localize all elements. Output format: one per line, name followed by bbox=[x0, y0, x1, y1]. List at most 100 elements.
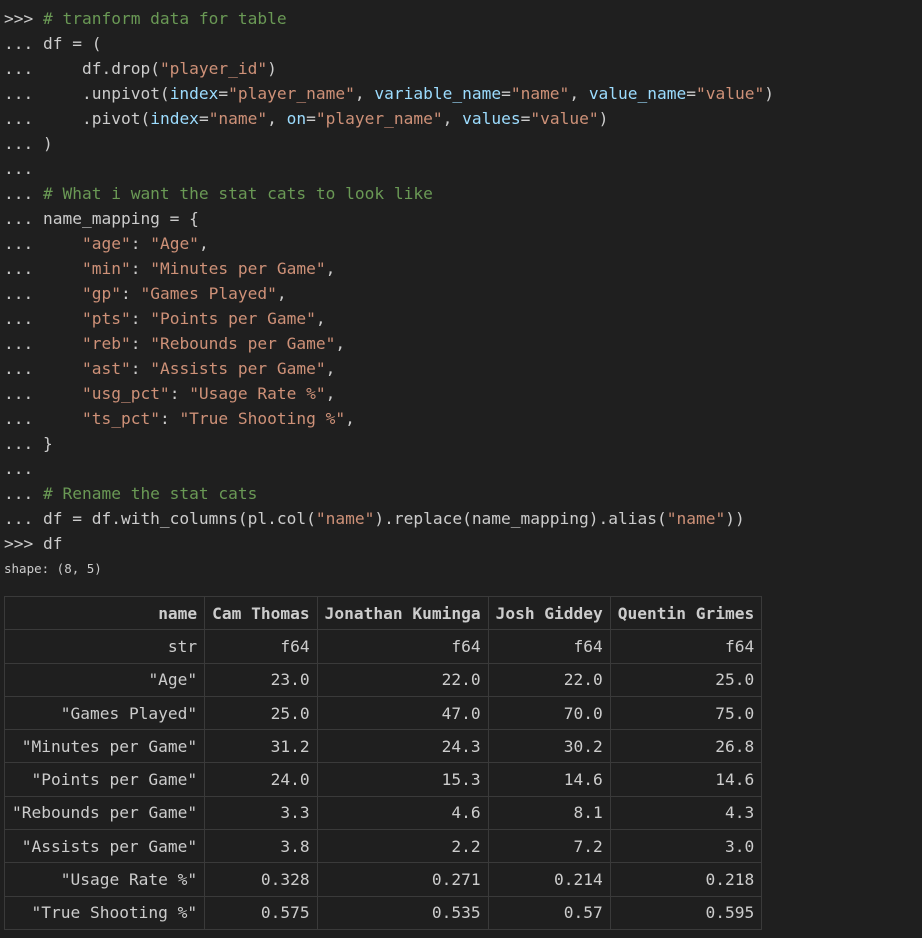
prompt-marker: >>> bbox=[4, 534, 43, 553]
code-token: "pts" bbox=[81, 309, 131, 328]
dtype-cell: f64 bbox=[609, 629, 763, 664]
stat-value-cell: 30.2 bbox=[487, 729, 611, 764]
code-token: ) bbox=[598, 109, 609, 128]
code-token: , bbox=[267, 109, 287, 128]
prompt-marker: ... bbox=[4, 384, 82, 403]
code-token: index bbox=[169, 84, 219, 103]
stat-value-cell: 8.1 bbox=[487, 795, 611, 831]
code-token: : bbox=[130, 359, 151, 378]
prompt-marker: ... bbox=[4, 359, 82, 378]
stat-name-cell: "Assists per Game" bbox=[3, 829, 206, 864]
code-line: ... "min": "Minutes per Game", bbox=[4, 256, 774, 281]
code-token: df = df.with_columns(pl.col( bbox=[42, 509, 316, 528]
table-header-row: name Cam Thomas Jonathan Kuminga Josh Gidde… bbox=[3, 595, 763, 631]
code-token: "Games Played" bbox=[140, 284, 277, 303]
prompt-marker: ... bbox=[4, 159, 34, 178]
code-token: # Rename the stat cats bbox=[42, 484, 258, 503]
code-token: "reb" bbox=[81, 334, 131, 353]
code-token: , bbox=[276, 284, 287, 303]
prompt-marker: ... bbox=[4, 134, 43, 153]
code-token: , bbox=[325, 359, 336, 378]
stat-value-cell: 24.3 bbox=[316, 729, 489, 764]
table-row: "Games Played" 25.0 47.0 70.0 75.0 bbox=[3, 695, 763, 731]
code-token: # tranform data for table bbox=[42, 9, 287, 28]
stat-value-cell: 0.328 bbox=[204, 862, 318, 897]
code-token: , bbox=[325, 384, 336, 403]
table-row: "Usage Rate %" 0.328 0.271 0.214 0.218 bbox=[3, 862, 763, 897]
prompt-marker: ... bbox=[4, 59, 82, 78]
code-token: , bbox=[315, 309, 326, 328]
code-line: >>> # tranform data for table bbox=[4, 6, 774, 31]
stat-value-cell: 70.0 bbox=[487, 695, 611, 731]
code-token: "True Shooting %" bbox=[179, 409, 346, 428]
prompt-marker: ... bbox=[4, 34, 43, 53]
stat-value-cell: 0.57 bbox=[487, 895, 611, 930]
stat-value-cell: 2.2 bbox=[316, 829, 489, 864]
stat-name-cell: "Games Played" bbox=[3, 695, 206, 731]
prompt-marker: ... bbox=[4, 209, 43, 228]
code-token: variable_name bbox=[374, 84, 502, 103]
stat-value-cell: 0.218 bbox=[609, 862, 763, 897]
stat-value-cell: 25.0 bbox=[204, 695, 318, 731]
code-token: .unpivot( bbox=[81, 84, 170, 103]
code-token: "value" bbox=[530, 109, 599, 128]
dtype-row: str f64 f64 f64 f64 bbox=[3, 629, 763, 664]
code-token: name_mapping = { bbox=[42, 209, 199, 228]
stat-name-cell: "Usage Rate %" bbox=[3, 862, 206, 897]
code-token: "name" bbox=[666, 509, 726, 528]
code-line: ... "usg_pct": "Usage Rate %", bbox=[4, 381, 774, 406]
dataframe-table: name Cam Thomas Jonathan Kuminga Josh Gidde… bbox=[3, 595, 763, 930]
terminal-code-block: >>> # tranform data for table... df = (.… bbox=[4, 6, 774, 556]
stat-name-cell: "Points per Game" bbox=[3, 762, 206, 797]
code-token: ).replace(name_mapping).alias( bbox=[374, 509, 667, 528]
code-token: = bbox=[218, 84, 229, 103]
prompt-marker: ... bbox=[4, 284, 82, 303]
code-line: ... ) bbox=[4, 131, 774, 156]
prompt-marker: ... bbox=[4, 184, 43, 203]
stat-value-cell: 4.3 bbox=[609, 795, 763, 831]
code-token: "name" bbox=[510, 84, 570, 103]
stat-value-cell: 14.6 bbox=[487, 762, 611, 797]
code-line: ... bbox=[4, 456, 774, 481]
stat-value-cell: 75.0 bbox=[609, 695, 763, 731]
code-token: "Rebounds per Game" bbox=[150, 334, 336, 353]
code-token: : bbox=[159, 409, 180, 428]
code-token: , bbox=[442, 109, 463, 128]
stat-name-cell: "True Shooting %" bbox=[3, 895, 206, 930]
prompt-marker: ... bbox=[4, 409, 82, 428]
code-token: ) bbox=[764, 84, 775, 103]
code-token: "Age" bbox=[150, 234, 199, 253]
stat-name-cell: "Rebounds per Game" bbox=[3, 795, 206, 831]
prompt-marker: ... bbox=[4, 434, 43, 453]
code-token: : bbox=[130, 234, 151, 253]
stat-value-cell: 0.595 bbox=[609, 895, 763, 930]
code-token: = bbox=[198, 109, 209, 128]
prompt-marker: ... bbox=[4, 259, 82, 278]
dtype-cell: f64 bbox=[487, 629, 611, 664]
code-token: , bbox=[198, 234, 209, 253]
stat-value-cell: 0.214 bbox=[487, 862, 611, 897]
code-token: : bbox=[130, 259, 151, 278]
code-line: ... "pts": "Points per Game", bbox=[4, 306, 774, 331]
dtype-cell: str bbox=[3, 629, 206, 664]
code-token: df = ( bbox=[42, 34, 102, 53]
column-header: Cam Thomas bbox=[204, 595, 318, 631]
stat-value-cell: 25.0 bbox=[609, 662, 763, 697]
code-token: "ast" bbox=[81, 359, 131, 378]
code-token: , bbox=[569, 84, 589, 103]
code-token: : bbox=[120, 284, 141, 303]
code-token: "name" bbox=[315, 509, 375, 528]
code-token: "ts_pct" bbox=[81, 409, 160, 428]
prompt-marker: ... bbox=[4, 109, 82, 128]
code-line: >>> df bbox=[4, 531, 774, 556]
dataframe-shape-label: shape: (8, 5) bbox=[4, 561, 102, 576]
code-token: "player_id" bbox=[159, 59, 268, 78]
table-row: "Minutes per Game" 31.2 24.3 30.2 26.8 bbox=[3, 729, 763, 764]
column-header: Josh Giddey bbox=[487, 595, 611, 631]
stat-value-cell: 14.6 bbox=[609, 762, 763, 797]
code-line: ... bbox=[4, 156, 774, 181]
code-token: value_name bbox=[588, 84, 687, 103]
stat-name-cell: "Minutes per Game" bbox=[3, 729, 206, 764]
code-line: ... "ts_pct": "True Shooting %", bbox=[4, 406, 774, 431]
code-token: "age" bbox=[81, 234, 131, 253]
